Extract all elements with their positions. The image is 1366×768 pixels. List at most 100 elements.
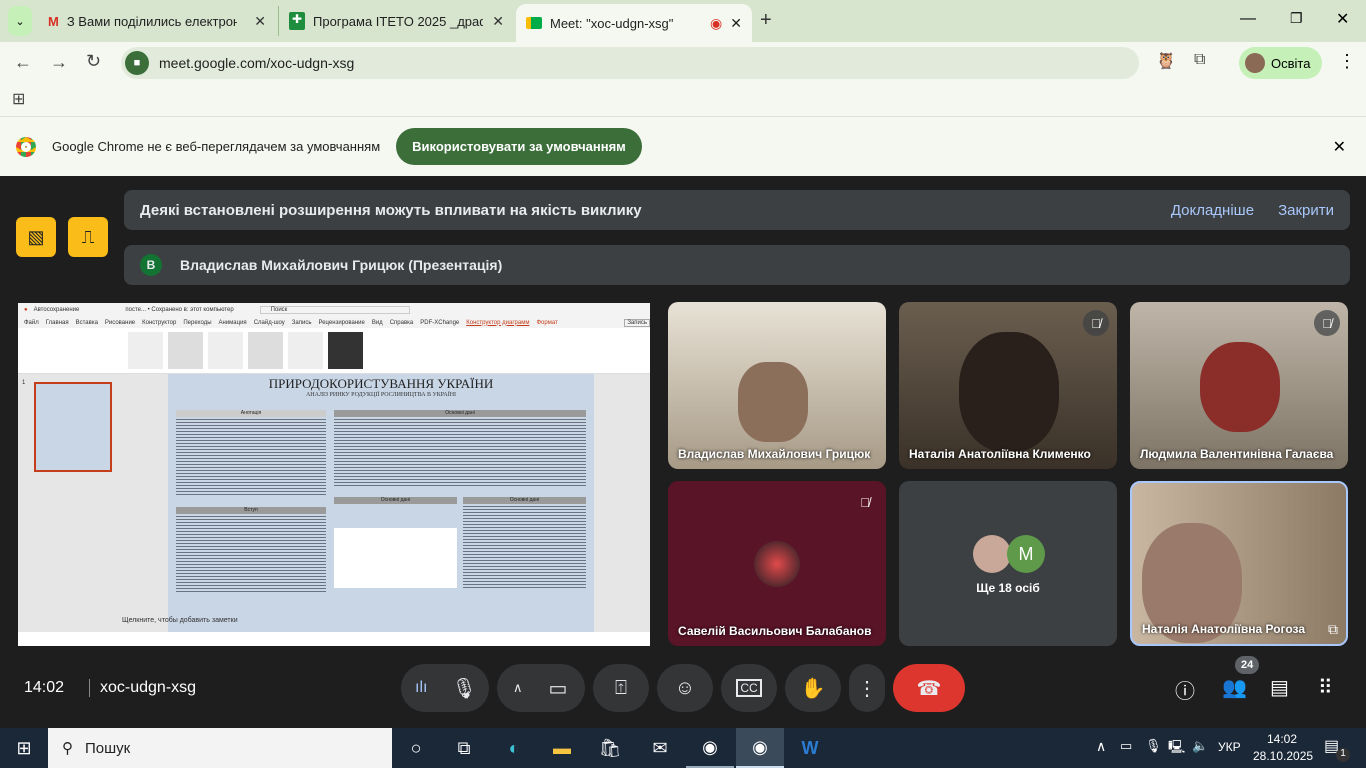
task-view-icon[interactable]: ⧉ xyxy=(440,728,488,768)
close-icon[interactable]: ✕ xyxy=(492,13,504,30)
participant-tile[interactable]: Владислав Михайлович Грицюк xyxy=(668,302,886,469)
mail-icon[interactable]: ✉ xyxy=(636,728,684,768)
participant-tile[interactable]: 🎙̸ Людмила Валентинівна Галаєва xyxy=(1130,302,1348,469)
ribbon-tab[interactable]: Справка xyxy=(390,320,414,326)
close-infobar-icon[interactable]: ✕ xyxy=(1333,137,1346,157)
emoji-icon: ☺ xyxy=(674,676,696,699)
new-tab-button[interactable]: + xyxy=(760,9,772,32)
restore-button[interactable]: ❐ xyxy=(1290,10,1303,27)
language-indicator[interactable]: УКР xyxy=(1218,740,1241,754)
meet-icon xyxy=(526,17,542,29)
ribbon-tab[interactable]: Главная xyxy=(46,320,69,326)
menu-icon[interactable]: ⋮ xyxy=(1338,51,1356,72)
ribbon-tab[interactable]: Вид xyxy=(372,320,383,326)
present-button[interactable]: ⍐ xyxy=(593,664,649,712)
audio-settings-button[interactable]: ılı 🎙 xyxy=(401,664,489,712)
edge-icon[interactable]: ◐ xyxy=(490,728,538,768)
slide: ПРИРОДОКОРИСТУВАННЯ УКРАЇНИ АНАЛІЗ РИНКУ… xyxy=(168,374,594,632)
extensions-icon[interactable]: ⧉ xyxy=(1194,51,1205,69)
chrome-taskbar-icon-active[interactable]: ◉ xyxy=(736,728,784,768)
captions-button[interactable]: CC xyxy=(721,664,777,712)
ribbon-tab[interactable]: Вставка xyxy=(76,320,98,326)
recording-icon: ◉ xyxy=(710,14,723,31)
battery-icon[interactable]: ▭ xyxy=(1120,738,1132,754)
taskbar-search[interactable]: ⚲ Пошук xyxy=(48,728,392,768)
tab-sheets[interactable]: ✚ Програма ITETO 2025 _драфт - ✕ xyxy=(278,6,514,36)
ribbon-tab[interactable]: Рецензирование xyxy=(318,320,364,326)
forward-icon[interactable]: → xyxy=(50,52,68,73)
hide-self-view-button[interactable]: ▧ xyxy=(16,217,56,257)
network-icon[interactable]: 🖳 xyxy=(1168,738,1185,760)
extension-owl-icon[interactable]: 🦉 xyxy=(1156,51,1176,71)
avatar xyxy=(754,541,800,587)
leave-presentation-button[interactable]: ⎍ xyxy=(68,217,108,257)
slide-thumbnail[interactable] xyxy=(34,382,112,472)
record-button[interactable]: Запись xyxy=(624,318,650,327)
tab-strip: ⌄ M З Вами поділились електронн ✕ ✚ Прог… xyxy=(0,0,1366,42)
tab-gmail[interactable]: M З Вами поділились електронн ✕ xyxy=(38,6,276,36)
others-tile[interactable]: M Ще 18 осіб xyxy=(899,481,1117,646)
ribbon-tab[interactable]: Переходы xyxy=(183,320,211,326)
cortana-icon[interactable]: ○ xyxy=(392,728,440,768)
close-icon[interactable]: ✕ xyxy=(254,13,266,30)
ribbon xyxy=(18,328,650,374)
hang-up-icon: ☎ xyxy=(916,677,942,700)
learn-more-link[interactable]: Докладніше xyxy=(1171,202,1254,219)
avatar xyxy=(1245,53,1265,73)
ribbon-tab[interactable]: Конструктор xyxy=(142,320,176,326)
apps-icon[interactable]: ⊞ xyxy=(12,89,25,109)
reload-icon[interactable]: ↻ xyxy=(86,51,101,72)
mic-icon[interactable]: 🎙 xyxy=(451,676,476,701)
people-icon[interactable]: 👥 xyxy=(1222,675,1247,700)
chat-icon[interactable]: ▤ xyxy=(1270,675,1289,700)
ribbon-tab[interactable]: Слайд-шоу xyxy=(254,320,285,326)
raise-hand-button[interactable]: ✋ xyxy=(785,664,841,712)
reactions-button[interactable]: ☺ xyxy=(657,664,713,712)
activities-icon[interactable]: ⠿ xyxy=(1318,675,1333,700)
pip-icon[interactable]: ⧉ xyxy=(1328,621,1338,638)
info-icon[interactable]: ⓘ xyxy=(1175,675,1195,704)
close-banner-link[interactable]: Закрити xyxy=(1278,202,1334,219)
volume-icon[interactable]: 🔈 xyxy=(1192,738,1208,754)
clock-time[interactable]: 14:02 xyxy=(1267,732,1297,746)
mic-off-icon: 🎙̸ xyxy=(1314,310,1340,336)
participant-tile[interactable]: 🎙̸ Наталія Анатоліївна Клименко xyxy=(899,302,1117,469)
default-browser-infobar: Google Chrome не є веб-переглядачем за у… xyxy=(0,116,1366,176)
ribbon-tab[interactable]: Формат xyxy=(536,320,557,326)
audio-level-icon: ılı xyxy=(415,679,428,696)
start-button[interactable]: ⊞ xyxy=(0,728,48,768)
profile-button[interactable]: Освіта xyxy=(1239,47,1322,79)
close-icon[interactable]: ✕ xyxy=(730,15,742,32)
back-icon[interactable]: ← xyxy=(14,52,32,73)
tab-meet[interactable]: Meet: "xoc-udgn-xsg" ◉ ✕ xyxy=(516,4,752,42)
word-icon[interactable]: W xyxy=(786,728,834,768)
video-settings-button[interactable]: ∧ ▭ xyxy=(497,664,585,712)
minimize-button[interactable]: — xyxy=(1240,10,1256,28)
ribbon-tab[interactable]: Запись xyxy=(292,320,312,326)
bookmarks-bar: ⊞ xyxy=(0,84,1366,116)
set-default-button[interactable]: Використовувати за умовчанням xyxy=(396,128,642,165)
gmail-icon: M xyxy=(48,13,59,29)
hand-icon: ✋ xyxy=(800,677,826,700)
ribbon-tab[interactable]: Конструктор диаграмм xyxy=(466,320,529,326)
tray-chevron-icon[interactable]: ∧ xyxy=(1096,738,1106,755)
clock-date[interactable]: 28.10.2025 xyxy=(1253,749,1313,763)
file-explorer-icon[interactable]: ▬ xyxy=(538,728,586,768)
more-options-button[interactable]: ⋮ xyxy=(849,664,885,712)
close-window-button[interactable]: ✕ xyxy=(1336,9,1349,29)
present-screen-icon: ⍐ xyxy=(615,676,627,699)
ribbon-tab[interactable]: Анимация xyxy=(219,320,247,326)
ribbon-tab[interactable]: PDF-XChange xyxy=(420,320,459,326)
end-call-button[interactable]: ☎ xyxy=(893,664,965,712)
mic-tray-icon[interactable]: 🎙 xyxy=(1145,738,1162,754)
chrome-taskbar-icon[interactable]: ◉ xyxy=(686,728,734,768)
store-icon[interactable]: 🛍 xyxy=(586,728,634,768)
tab-search-button[interactable]: ⌄ xyxy=(8,6,32,36)
ribbon-tab[interactable]: Файл xyxy=(24,320,39,326)
participant-tile-self[interactable]: Наталія Анатоліївна Рогоза ⧉ xyxy=(1130,481,1348,646)
shared-screen-presentation[interactable]: ● Автосохранение посте... • Сохранено в:… xyxy=(18,303,650,646)
ribbon-tab[interactable]: Рисование xyxy=(105,320,135,326)
participant-tile[interactable]: 🎙̸ Савелій Васильович Балабанов xyxy=(668,481,886,646)
camera-icon[interactable]: ▭ xyxy=(549,676,568,701)
address-bar[interactable]: ■ meet.google.com/xoc-udgn-xsg xyxy=(121,47,1139,79)
